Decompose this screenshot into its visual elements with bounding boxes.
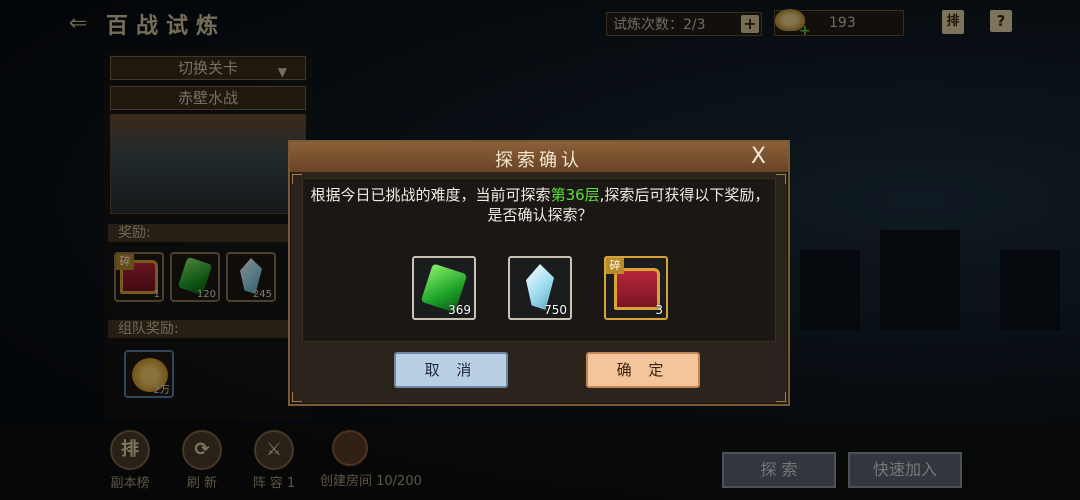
dialog-header: 探索确认 X xyxy=(290,142,788,172)
item-count: 750 xyxy=(544,303,567,317)
confirm-button[interactable]: 确 定 xyxy=(586,352,700,388)
reward-item[interactable]: 369 xyxy=(412,256,476,320)
explore-confirm-dialog: 探索确认 X 根据今日已挑战的难度，当前可探索第36层,探索后可获得以下奖励，是… xyxy=(288,140,790,406)
cancel-button[interactable]: 取 消 xyxy=(394,352,508,388)
reward-item[interactable]: 750 xyxy=(508,256,572,320)
fragment-tag: 碎 xyxy=(606,258,624,274)
item-count: 3 xyxy=(655,303,663,317)
floor-highlight: 第36层 xyxy=(550,186,600,204)
dialog-message: 根据今日已挑战的难度，当前可探索第36层,探索后可获得以下奖励，是否确认探索？ xyxy=(309,185,771,225)
dialog-title: 探索确认 xyxy=(495,150,583,171)
corner-ornament xyxy=(776,392,786,402)
reward-item[interactable]: 碎 3 xyxy=(604,256,668,320)
item-count: 369 xyxy=(448,303,471,317)
close-icon[interactable]: X xyxy=(751,144,766,169)
corner-ornament xyxy=(776,174,786,184)
corner-ornament xyxy=(292,174,302,184)
message-text: 根据今日已挑战的难度，当前可探索 xyxy=(310,186,551,204)
corner-ornament xyxy=(292,392,302,402)
chest-icon xyxy=(614,268,660,310)
